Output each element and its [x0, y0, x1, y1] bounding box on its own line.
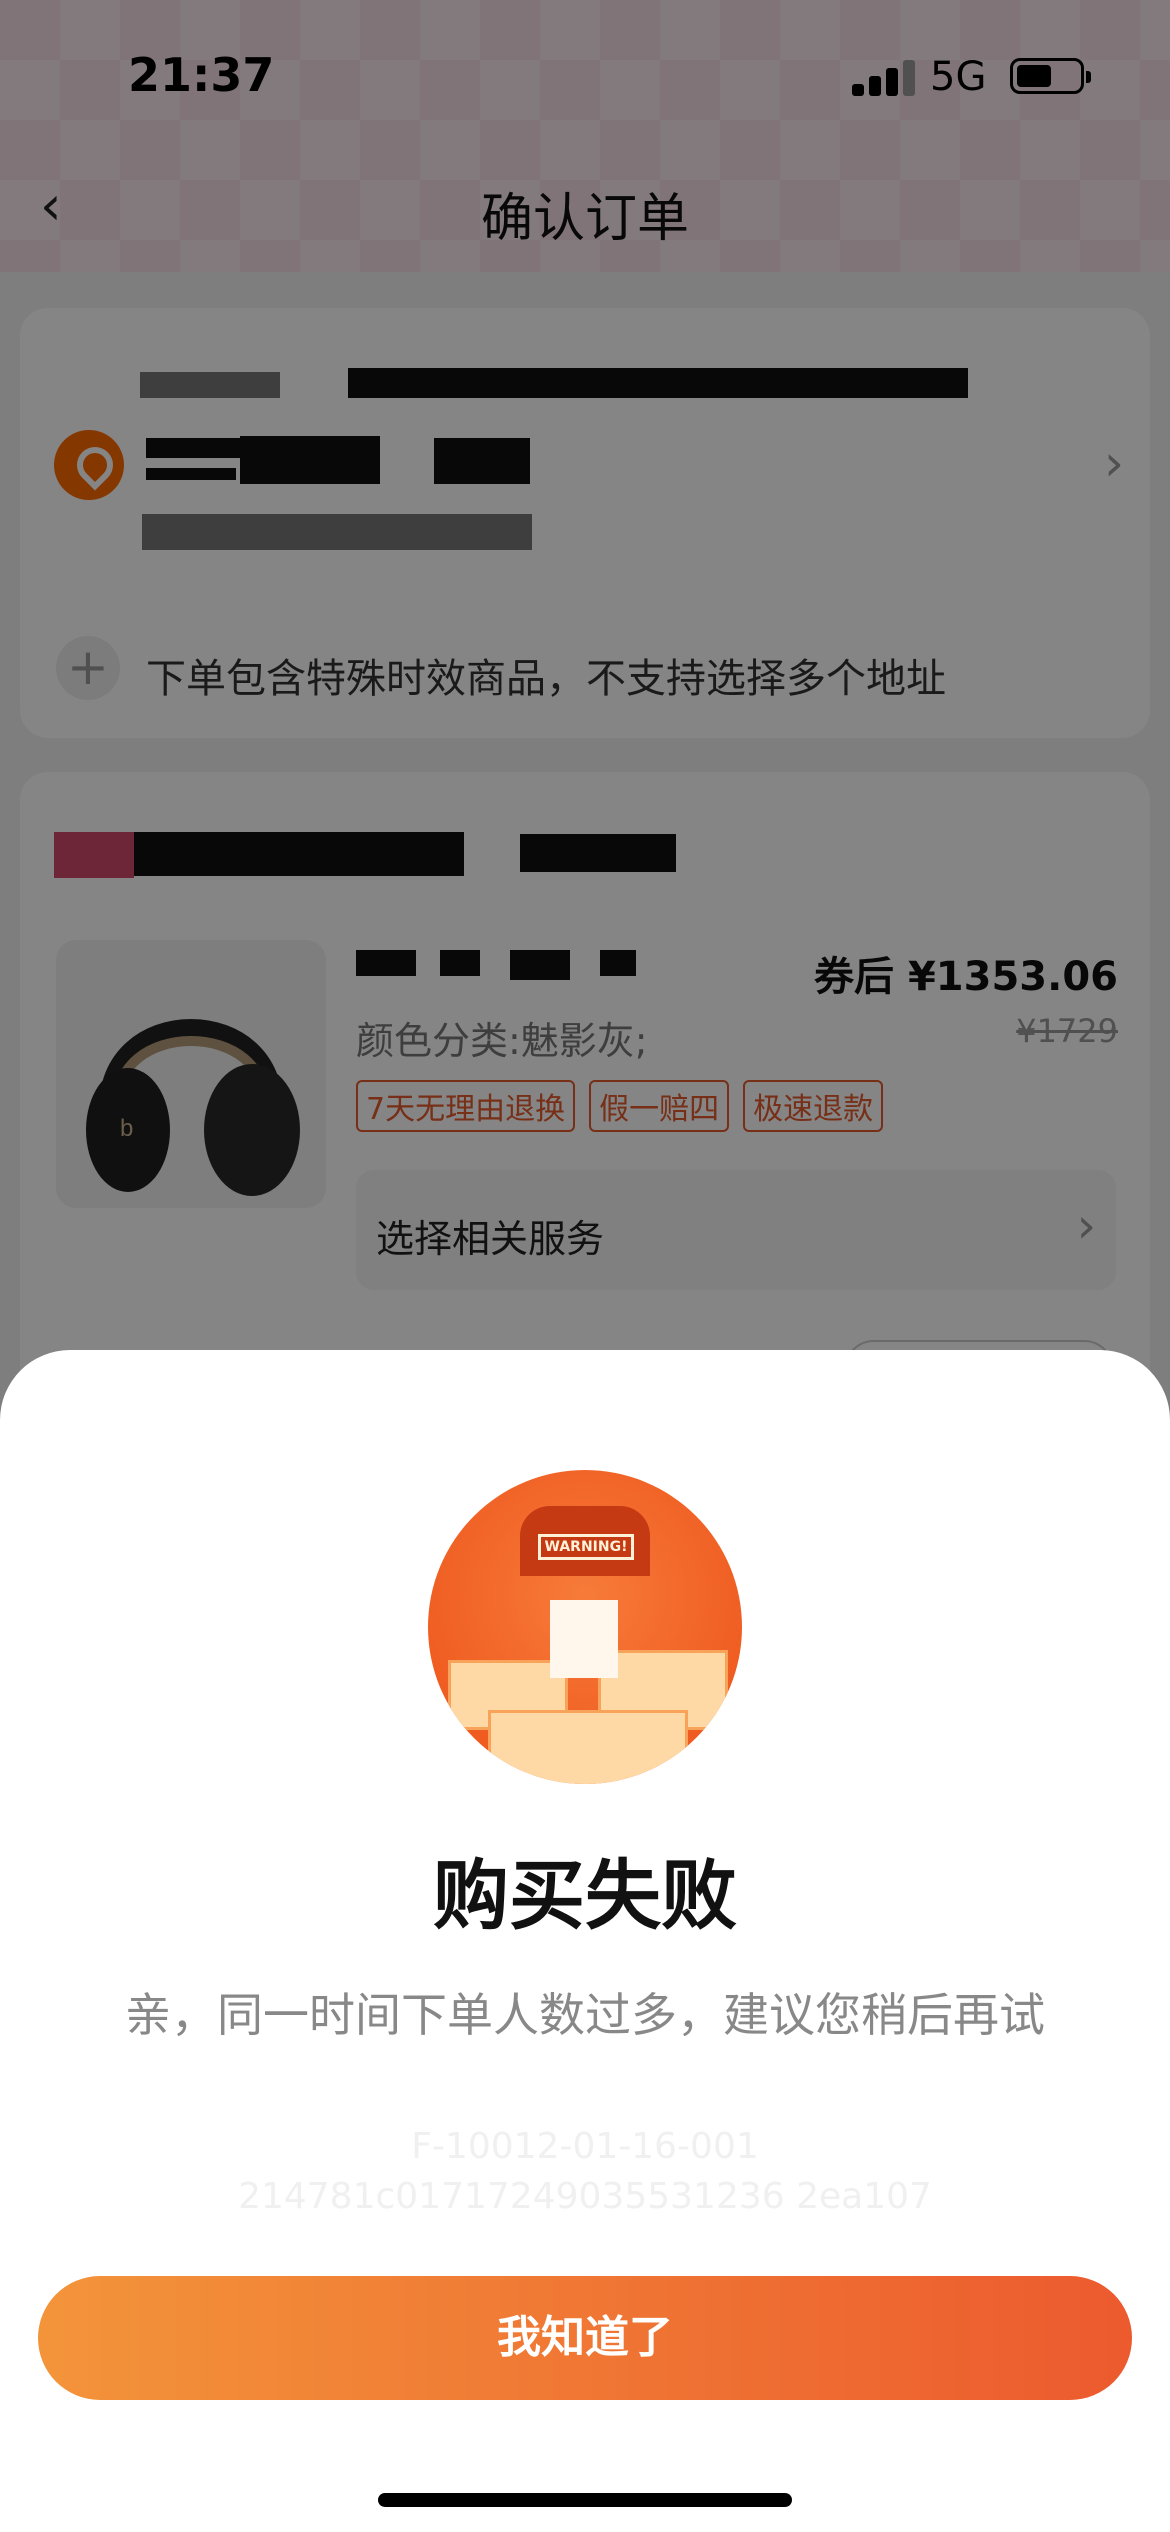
error-code: F-10012-01-16-001: [411, 2126, 759, 2167]
dialog-message: 亲，同一时间下单人数过多，建议您稍后再试: [125, 1988, 1045, 2042]
purchase-failed-sheet: WARNING! 购买失败 亲，同一时间下单人数过多，建议您稍后再试 F-100…: [0, 1350, 1170, 2532]
acknowledge-button[interactable]: 我知道了: [38, 2276, 1132, 2400]
dialog-title: 购买失败: [433, 1851, 737, 1940]
illustration-warning-label: WARNING!: [538, 1534, 634, 1560]
illustration-box: [488, 1710, 688, 1784]
warning-illustration: WARNING!: [428, 1470, 742, 1784]
home-indicator[interactable]: [378, 2493, 792, 2507]
illustration-paper: [550, 1600, 618, 1678]
trace-id: 214781c01717249035531236 2ea107: [238, 2176, 932, 2217]
